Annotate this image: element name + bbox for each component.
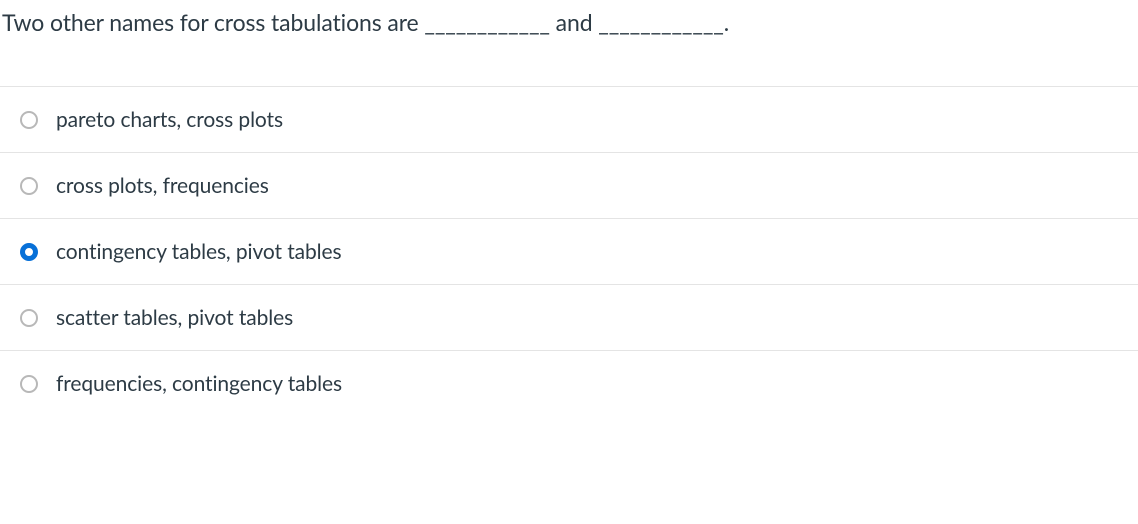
option-label: scatter tables, pivot tables bbox=[56, 305, 293, 330]
question-text: Two other names for cross tabulations ar… bbox=[0, 8, 1138, 86]
radio-icon[interactable] bbox=[20, 375, 38, 393]
option-row[interactable]: pareto charts, cross plots bbox=[0, 86, 1138, 152]
question-container: Two other names for cross tabulations ar… bbox=[0, 0, 1138, 416]
option-row[interactable]: contingency tables, pivot tables bbox=[0, 218, 1138, 284]
radio-icon[interactable] bbox=[20, 111, 38, 129]
options-list: pareto charts, cross plots cross plots, … bbox=[0, 86, 1138, 416]
radio-icon[interactable] bbox=[20, 177, 38, 195]
option-label: cross plots, frequencies bbox=[56, 173, 269, 198]
option-row[interactable]: frequencies, contingency tables bbox=[0, 350, 1138, 416]
radio-icon[interactable] bbox=[20, 243, 38, 261]
radio-icon[interactable] bbox=[20, 309, 38, 327]
option-label: contingency tables, pivot tables bbox=[56, 239, 342, 264]
option-label: frequencies, contingency tables bbox=[56, 371, 342, 396]
option-row[interactable]: cross plots, frequencies bbox=[0, 152, 1138, 218]
option-row[interactable]: scatter tables, pivot tables bbox=[0, 284, 1138, 350]
option-label: pareto charts, cross plots bbox=[56, 107, 283, 132]
